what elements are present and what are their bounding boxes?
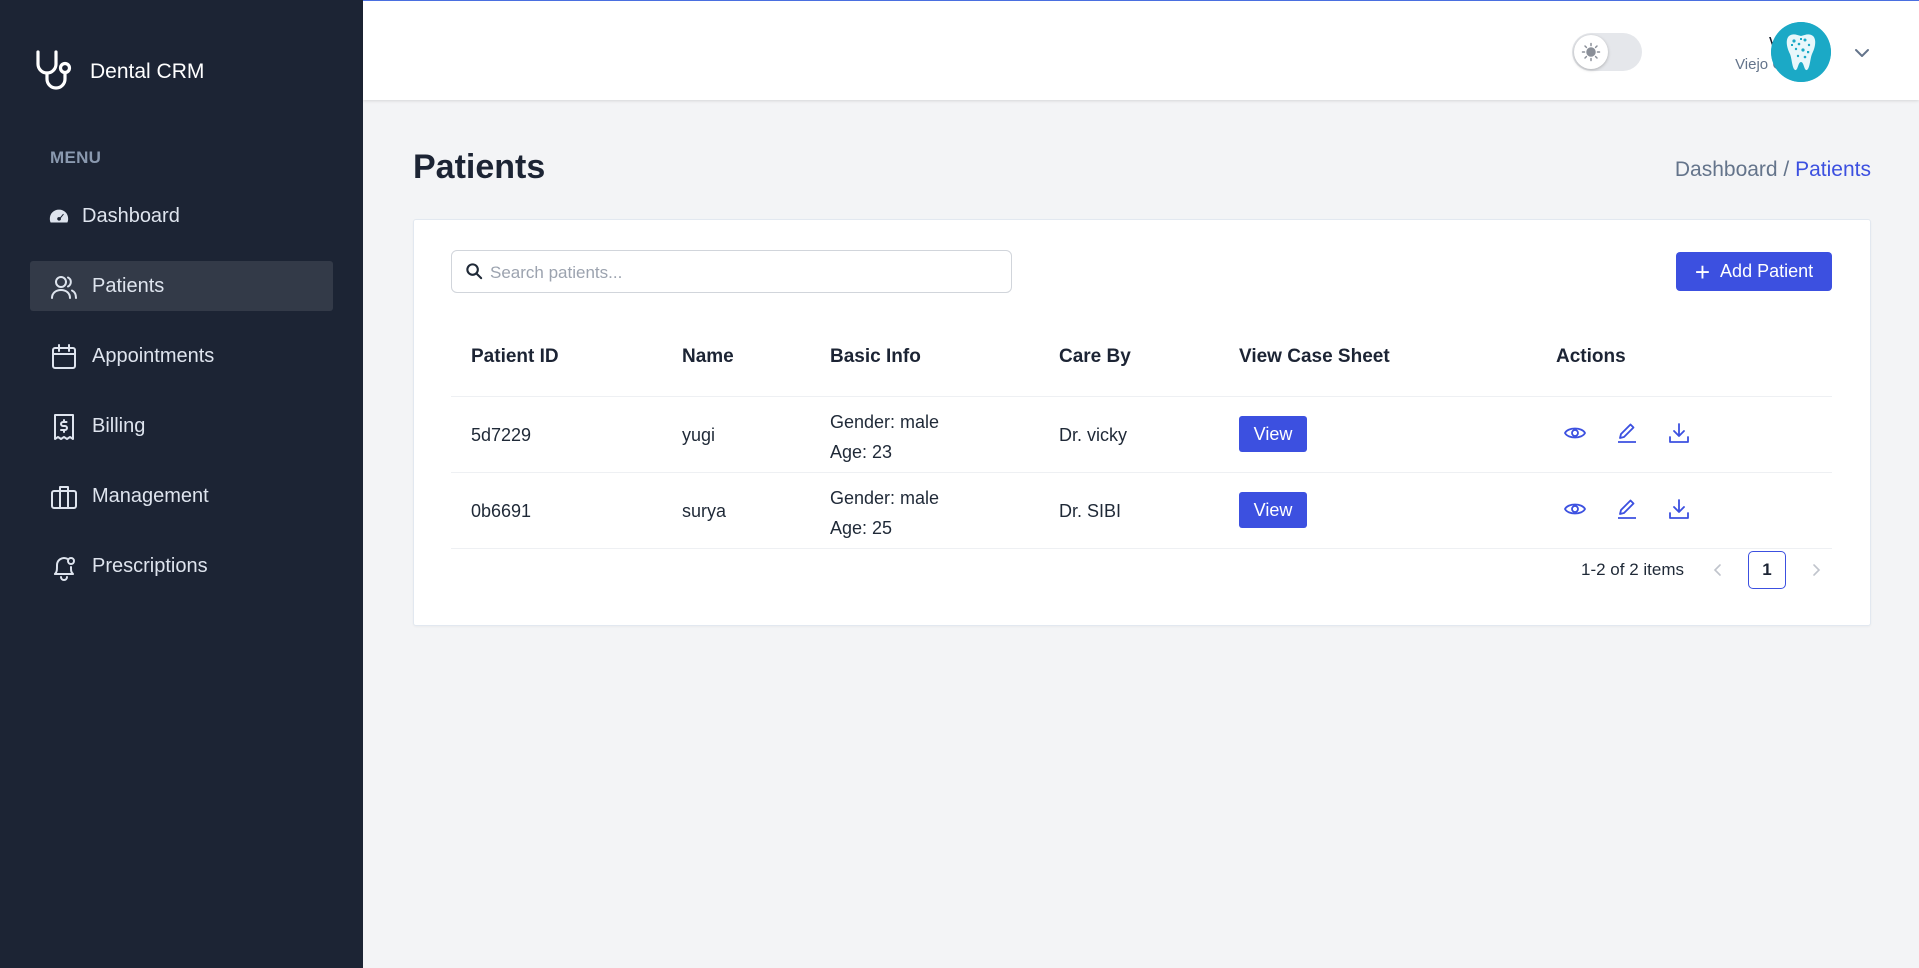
plus-icon: + — [1694, 256, 1711, 287]
add-patient-label: Add Patient — [1720, 261, 1814, 281]
sidebar-item-label: Patients — [92, 274, 165, 297]
age-text: Age: 25 — [830, 518, 893, 538]
prev-page-button[interactable] — [1702, 554, 1734, 586]
chevron-down-icon[interactable] — [1851, 42, 1873, 64]
calendar-icon — [50, 343, 78, 371]
sidebar-item-label: Management — [92, 484, 209, 507]
age-text: Age: 23 — [830, 442, 893, 462]
table-row: 0b6691 surya Gender: male Age: 25 Dr. SI… — [451, 473, 1832, 549]
breadcrumb: Dashboard / Patients — [1675, 158, 1871, 182]
care-by-cell: Dr. vicky — [1059, 425, 1128, 445]
brand[interactable]: Dental CRM — [30, 48, 204, 96]
download-icon[interactable] — [1667, 497, 1691, 521]
column-header-basic-info: Basic Info — [830, 346, 921, 367]
column-header-care-by: Care By — [1059, 346, 1131, 367]
briefcase-icon — [50, 483, 78, 511]
theme-toggle-knob — [1574, 35, 1608, 69]
download-icon[interactable] — [1667, 421, 1691, 445]
sidebar-item-label: Dashboard — [82, 204, 180, 227]
eye-icon[interactable] — [1563, 421, 1587, 445]
search-icon — [466, 263, 483, 280]
breadcrumb-dashboard-link[interactable]: Dashboard / — [1675, 158, 1789, 181]
care-by-cell: Dr. SIBI — [1059, 501, 1122, 521]
sidebar-item-appointments[interactable]: Appointments — [30, 331, 333, 381]
view-case-sheet-button[interactable]: View — [1239, 416, 1307, 452]
avatar[interactable] — [1771, 22, 1831, 82]
basic-info-cell: Gender: male Age: 23 — [830, 407, 939, 467]
sidebar-item-dashboard[interactable]: Dashboard — [30, 191, 333, 241]
sidebar-item-prescriptions[interactable]: Prescriptions — [30, 541, 333, 591]
sidebar-item-label: Billing — [92, 414, 146, 437]
menu-section-label: MENU — [50, 148, 102, 167]
basic-info-cell: Gender: male Age: 25 — [830, 483, 939, 543]
eye-icon[interactable] — [1563, 497, 1587, 521]
search-input[interactable] — [488, 251, 1002, 294]
page-number-button[interactable]: 1 — [1748, 551, 1786, 589]
dashboard-icon — [48, 203, 70, 231]
sun-icon — [1581, 42, 1601, 62]
gender-text: Gender: male — [830, 412, 940, 432]
table-header-row: Patient ID Name Basic Info Care By View … — [451, 308, 1832, 397]
sidebar-item-billing[interactable]: Billing — [30, 401, 333, 451]
sidebar-item-management[interactable]: Management — [30, 471, 333, 521]
stethoscope-icon — [36, 50, 72, 90]
patient-id-cell: 5d7229 — [471, 425, 532, 445]
next-page-button[interactable] — [1800, 554, 1832, 586]
sidebar-nav: Dashboard Patients Appointments Billing … — [30, 191, 333, 611]
edit-icon[interactable] — [1615, 421, 1639, 445]
chevron-right-icon — [1813, 564, 1821, 576]
add-patient-button[interactable]: + Add Patient — [1676, 252, 1832, 291]
patient-name-cell: yugi — [682, 425, 716, 445]
page-title: Patients — [413, 148, 546, 186]
search-box[interactable] — [451, 250, 1012, 294]
users-icon — [50, 273, 78, 301]
sidebar-item-patients[interactable]: Patients — [30, 261, 333, 311]
sidebar-item-label: Appointments — [92, 344, 215, 367]
edit-icon[interactable] — [1615, 497, 1639, 521]
table-row: 5d7229 yugi Gender: male Age: 23 Dr. vic… — [451, 397, 1832, 473]
patient-name-cell: surya — [682, 501, 727, 521]
column-header-patient-id: Patient ID — [471, 346, 559, 367]
chevron-left-icon — [1713, 564, 1721, 576]
breadcrumb-current: Patients — [1795, 158, 1871, 181]
sidebar-item-label: Prescriptions — [92, 554, 208, 577]
theme-toggle[interactable] — [1572, 33, 1642, 71]
brand-name: Dental CRM — [90, 60, 205, 83]
patients-table: Patient ID Name Basic Info Care By View … — [451, 308, 1832, 549]
receipt-icon — [50, 413, 78, 441]
view-case-sheet-button[interactable]: View — [1239, 492, 1307, 528]
bell-icon — [50, 553, 78, 581]
patient-id-cell: 0b6691 — [471, 501, 532, 521]
top-header: vicky Viejo Clinic — [363, 0, 1919, 100]
patients-card: + Add Patient Patient ID Name Basic Info… — [413, 219, 1871, 626]
column-header-view-case-sheet: View Case Sheet — [1239, 346, 1390, 367]
column-header-name: Name — [682, 346, 734, 367]
column-header-actions: Actions — [1556, 346, 1626, 367]
pagination: 1-2 of 2 items 1 — [1581, 550, 1832, 590]
sidebar: Dental CRM MENU Dashboard Patients Appoi… — [0, 0, 363, 968]
pagination-range: 1-2 of 2 items — [1581, 560, 1684, 579]
tooth-logo-icon — [1771, 22, 1831, 82]
gender-text: Gender: male — [830, 488, 940, 508]
